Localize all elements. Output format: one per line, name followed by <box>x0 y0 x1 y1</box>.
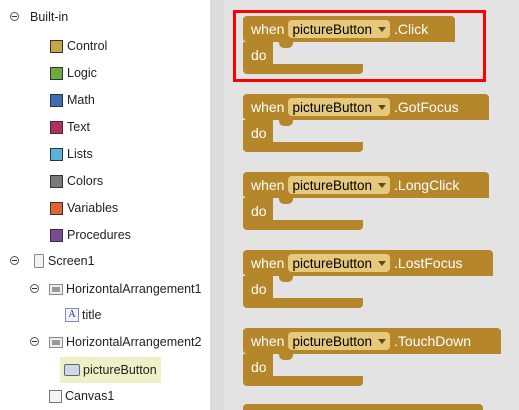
tree-item-text[interactable]: Text <box>50 116 90 138</box>
component-name: pictureButton <box>292 99 373 115</box>
tree-item-variables[interactable]: Variables <box>50 197 118 219</box>
component-dropdown[interactable]: pictureButton <box>288 332 391 350</box>
block-bottom <box>243 142 363 152</box>
horizontal-arrangement-icon <box>49 336 63 348</box>
component-dropdown[interactable]: pictureButton <box>288 98 391 116</box>
variables-swatch-icon <box>50 201 63 215</box>
component-dropdown[interactable]: pictureButton <box>288 254 391 272</box>
control-label: Control <box>67 39 108 53</box>
do-statement-slot[interactable] <box>273 354 490 376</box>
when-keyword: when <box>251 99 285 115</box>
tree-item-screen1[interactable]: Screen1 <box>34 250 95 272</box>
component-name: pictureButton <box>292 177 373 193</box>
event-name: .GotFocus <box>394 99 459 115</box>
canvas1-label: Canvas1 <box>65 389 115 403</box>
tree-item-builtin[interactable]: Built-in <box>30 6 68 28</box>
harr2-label: HorizontalArrangement2 <box>66 335 202 349</box>
procedures-swatch-icon <box>50 228 63 242</box>
variables-label: Variables <box>67 201 119 215</box>
component-dropdown[interactable]: pictureButton <box>288 176 391 194</box>
component-name: pictureButton <box>292 333 373 349</box>
tree-item-procedures[interactable]: Procedures <box>50 224 131 246</box>
button-component-icon <box>64 364 80 376</box>
tree-item-logic[interactable]: Logic <box>50 62 97 84</box>
collapse-harr2-toggle[interactable] <box>30 337 39 346</box>
lists-label: Lists <box>67 147 93 161</box>
screen1-label: Screen1 <box>48 254 95 268</box>
when-keyword: when <box>251 177 285 193</box>
picture-button-label: pictureButton <box>83 363 157 377</box>
tree-item-canvas1[interactable]: Canvas1 <box>49 385 114 407</box>
event-block-partial[interactable] <box>243 404 483 410</box>
tree-item-math[interactable]: Math <box>50 89 95 111</box>
label-component-icon: A <box>65 308 79 322</box>
dropdown-arrow-icon <box>378 182 387 188</box>
collapse-builtin-toggle[interactable] <box>10 12 19 21</box>
block-bottom <box>243 220 363 230</box>
blocks-tree-panel: Built-in Control Logic Math Text Lists C… <box>0 0 210 410</box>
collapse-harr1-toggle[interactable] <box>30 284 39 293</box>
tree-item-horizontal-arrangement1[interactable]: HorizontalArrangement1 <box>49 278 202 300</box>
do-statement-slot[interactable] <box>273 198 490 220</box>
canvas-icon <box>49 389 62 403</box>
component-name: pictureButton <box>292 255 373 271</box>
builtin-label: Built-in <box>30 10 69 24</box>
tree-item-picture-button[interactable]: pictureButton <box>60 357 161 383</box>
do-statement-slot[interactable] <box>273 276 490 298</box>
event-name: .LongClick <box>394 177 460 193</box>
dropdown-arrow-icon <box>378 104 387 110</box>
text-swatch-icon <box>50 120 63 134</box>
tree-item-colors[interactable]: Colors <box>50 170 103 192</box>
tree-item-horizontal-arrangement2[interactable]: HorizontalArrangement2 <box>49 331 202 353</box>
math-label: Math <box>67 93 95 107</box>
screen-icon <box>34 254 44 268</box>
harr1-label: HorizontalArrangement1 <box>66 282 202 296</box>
logic-label: Logic <box>67 66 97 80</box>
event-name: .TouchDown <box>394 333 472 349</box>
highlight-box <box>233 10 486 82</box>
colors-label: Colors <box>67 174 104 188</box>
tree-item-lists[interactable]: Lists <box>50 143 93 165</box>
text-label: Text <box>67 120 90 134</box>
block-bottom <box>243 298 363 308</box>
when-keyword: when <box>251 333 285 349</box>
collapse-screen1-toggle[interactable] <box>10 256 19 265</box>
lists-swatch-icon <box>50 147 63 161</box>
do-statement-slot[interactable] <box>273 120 490 142</box>
math-swatch-icon <box>50 93 63 107</box>
panel-divider[interactable] <box>210 0 224 410</box>
dropdown-arrow-icon <box>378 338 387 344</box>
tree-item-control[interactable]: Control <box>50 35 107 57</box>
horizontal-arrangement-icon <box>49 283 63 295</box>
block-bottom <box>243 376 363 386</box>
tree-item-title[interactable]: A title <box>65 304 101 326</box>
dropdown-arrow-icon <box>378 260 387 266</box>
logic-swatch-icon <box>50 66 63 80</box>
title-label: title <box>82 308 102 322</box>
colors-swatch-icon <box>50 174 63 188</box>
procedures-label: Procedures <box>67 228 131 242</box>
when-keyword: when <box>251 255 285 271</box>
control-swatch-icon <box>50 39 63 53</box>
event-name: .LostFocus <box>394 255 463 271</box>
